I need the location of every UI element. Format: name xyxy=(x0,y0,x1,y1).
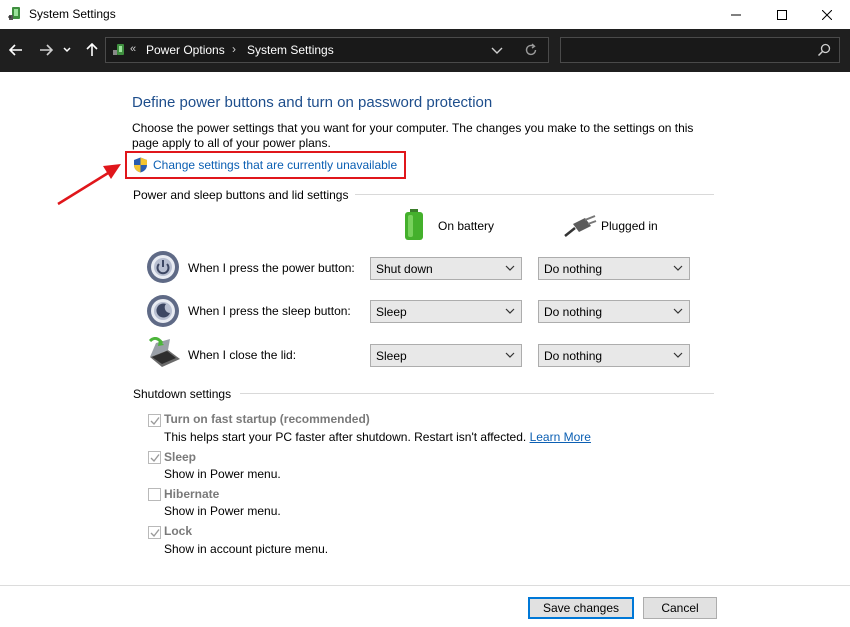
page-title: Define power buttons and turn on passwor… xyxy=(132,94,493,111)
fast-startup-label: Turn on fast startup (recommended) xyxy=(164,412,370,426)
lock-checkbox[interactable] xyxy=(148,526,161,539)
fast-startup-checkbox[interactable] xyxy=(148,414,161,427)
minimize-icon xyxy=(731,14,741,15)
breadcrumb-power-options[interactable]: Power Options xyxy=(146,43,225,57)
address-bar[interactable]: « Power Options › System Settings xyxy=(105,37,549,63)
search-input[interactable] xyxy=(560,37,840,63)
forward-arrow-icon xyxy=(40,44,53,56)
select-value: Do nothing xyxy=(544,349,603,363)
close-icon xyxy=(822,9,832,20)
chevron-down-icon xyxy=(505,308,515,314)
forward-button[interactable] xyxy=(36,40,56,60)
up-button[interactable] xyxy=(82,40,102,60)
fast-startup-description: This helps start your PC faster after sh… xyxy=(164,430,591,444)
footer-divider xyxy=(0,585,850,586)
lock-option-label: Lock xyxy=(164,524,193,538)
power-options-app-icon xyxy=(8,7,20,20)
change-settings-link[interactable]: Change settings that are currently unava… xyxy=(153,158,397,172)
chevron-down-icon xyxy=(673,352,683,358)
refresh-button[interactable] xyxy=(524,43,538,60)
breadcrumb-system-settings[interactable]: System Settings xyxy=(247,43,334,57)
close-button[interactable] xyxy=(804,0,850,29)
select-value: Sleep xyxy=(376,305,407,319)
fast-startup-description-text: This helps start your PC faster after sh… xyxy=(164,430,527,444)
recent-locations-button[interactable] xyxy=(61,40,73,60)
chevron-down-icon xyxy=(673,265,683,271)
chevron-down-icon xyxy=(491,47,503,54)
checkmark-icon xyxy=(150,529,160,538)
search-icon[interactable] xyxy=(817,43,831,57)
cancel-button[interactable]: Cancel xyxy=(643,597,717,619)
select-value: Do nothing xyxy=(544,305,603,319)
select-value: Do nothing xyxy=(544,262,603,276)
hibernate-option-description: Show in Power menu. xyxy=(164,504,281,518)
laptop-lid-icon xyxy=(148,337,180,367)
close-lid-label: When I close the lid: xyxy=(188,348,297,362)
sleep-checkbox[interactable] xyxy=(148,451,161,464)
power-options-icon xyxy=(113,44,124,55)
power-button-label: When I press the power button: xyxy=(188,261,355,275)
battery-icon xyxy=(405,209,423,240)
checkmark-icon xyxy=(150,417,160,426)
refresh-icon xyxy=(525,43,537,56)
window-title: System Settings xyxy=(29,7,116,21)
sleep-option-label: Sleep xyxy=(164,450,197,464)
chevron-down-icon xyxy=(673,308,683,314)
maximize-button[interactable] xyxy=(759,0,805,29)
back-arrow-icon xyxy=(9,44,22,56)
power-button-icon xyxy=(147,251,179,283)
title-bar: System Settings xyxy=(0,0,850,29)
chevron-down-icon xyxy=(505,265,515,271)
chevron-down-icon xyxy=(63,47,71,53)
hibernate-checkbox[interactable] xyxy=(148,488,161,501)
learn-more-link[interactable]: Learn More xyxy=(530,430,591,444)
sleep-button-icon xyxy=(147,295,179,327)
red-arrow-annotation xyxy=(57,164,121,206)
uac-shield-icon xyxy=(134,157,147,173)
page-description: Choose the power settings that you want … xyxy=(132,121,694,150)
sleep-button-label: When I press the sleep button: xyxy=(188,304,351,318)
close-lid-on-battery-select[interactable]: Sleep xyxy=(370,344,522,367)
lock-option-description: Show in account picture menu. xyxy=(164,542,329,556)
sleep-option-description: Show in Power menu. xyxy=(164,467,281,481)
minimize-button[interactable] xyxy=(713,0,759,29)
power-buttons-section-title: Power and sleep buttons and lid settings xyxy=(133,188,349,202)
address-dropdown-button[interactable] xyxy=(491,44,503,58)
up-arrow-icon xyxy=(86,43,98,56)
change-settings-highlight: Change settings that are currently unava… xyxy=(125,151,406,179)
back-button[interactable] xyxy=(6,40,26,60)
hibernate-option-label: Hibernate xyxy=(164,487,220,501)
save-changes-button[interactable]: Save changes xyxy=(528,597,634,619)
plugged-in-header: Plugged in xyxy=(601,219,658,233)
select-value: Sleep xyxy=(376,349,407,363)
close-lid-plugged-in-select[interactable]: Do nothing xyxy=(538,344,690,367)
sleep-button-on-battery-select[interactable]: Sleep xyxy=(370,300,522,323)
breadcrumb-separator[interactable]: › xyxy=(232,42,236,56)
power-button-on-battery-select[interactable]: Shut down xyxy=(370,257,522,280)
on-battery-header: On battery xyxy=(438,219,495,233)
sleep-button-plugged-in-select[interactable]: Do nothing xyxy=(538,300,690,323)
power-button-plugged-in-select[interactable]: Do nothing xyxy=(538,257,690,280)
main-content: Define power buttons and turn on passwor… xyxy=(0,72,850,627)
section-divider xyxy=(355,194,714,195)
chevron-down-icon xyxy=(505,352,515,358)
plug-icon xyxy=(564,215,597,237)
select-value: Shut down xyxy=(376,262,433,276)
breadcrumb-overflow[interactable]: « xyxy=(130,43,136,55)
maximize-icon xyxy=(777,9,787,20)
checkmark-icon xyxy=(150,454,160,463)
section-divider xyxy=(240,393,714,394)
navigation-bar: « Power Options › System Settings xyxy=(0,29,850,72)
shutdown-section-title: Shutdown settings xyxy=(133,387,232,401)
